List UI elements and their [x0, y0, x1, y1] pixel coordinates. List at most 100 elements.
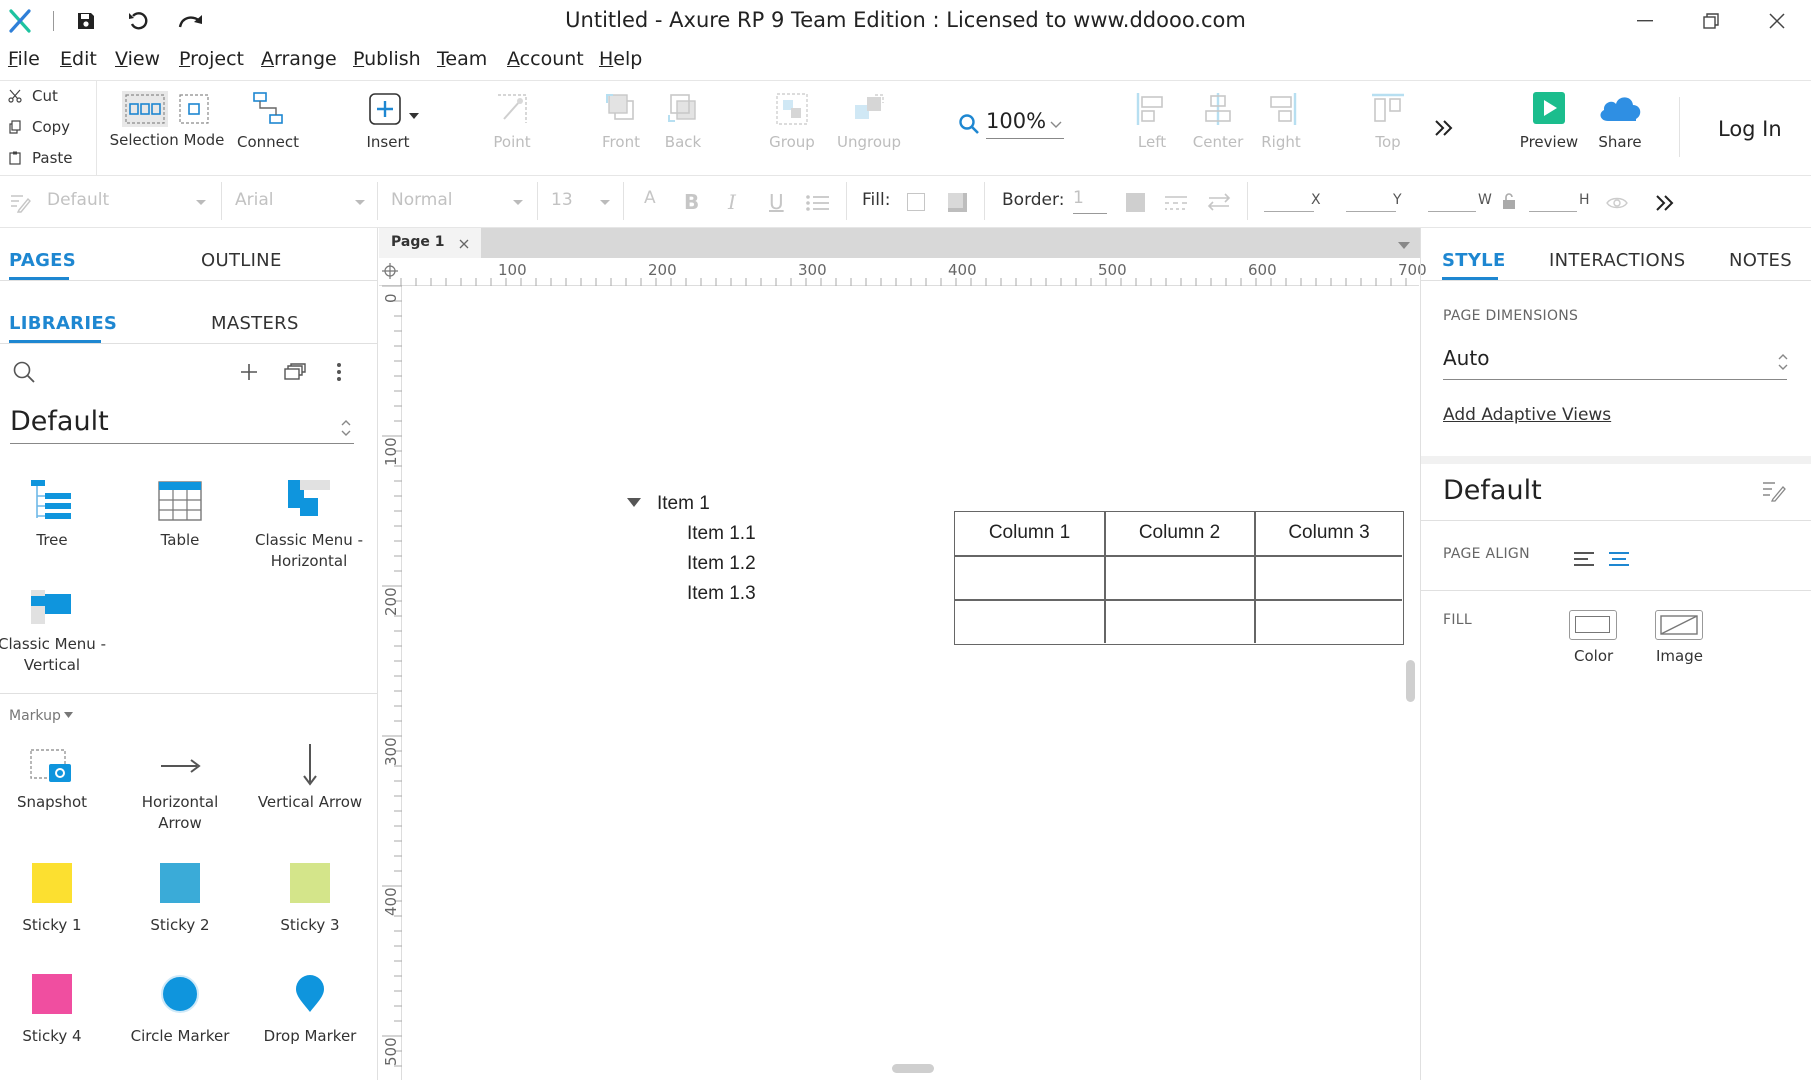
widget-table[interactable]: Table: [120, 478, 240, 551]
add-library-icon[interactable]: [240, 363, 258, 381]
widget-sticky-1[interactable]: Sticky 1: [0, 863, 112, 936]
group-button[interactable]: Group: [764, 91, 820, 151]
x-input[interactable]: [1264, 211, 1314, 212]
canvas-vertical-scrollbar[interactable]: [1406, 660, 1415, 702]
italic-icon[interactable]: I: [728, 190, 736, 214]
tab-outline[interactable]: OUTLINE: [201, 250, 282, 271]
weight-dropdown[interactable]: Normal: [391, 190, 453, 210]
page-tabs-dropdown-icon[interactable]: [1398, 242, 1410, 250]
tab-notes[interactable]: NOTES: [1729, 250, 1792, 271]
widget-classic-menu-vertical[interactable]: Classic Menu - Vertical: [0, 588, 112, 676]
page-tab[interactable]: Page 1: [379, 228, 481, 258]
back-button[interactable]: Back: [656, 91, 710, 151]
widget-sticky-4[interactable]: Sticky 4: [0, 974, 112, 1047]
fill-color-button[interactable]: [1569, 610, 1617, 640]
h-input[interactable]: [1529, 211, 1577, 212]
bullet-list-icon[interactable]: [806, 194, 830, 212]
menu-help[interactable]: Help: [599, 48, 642, 70]
border-pattern-icon[interactable]: [1164, 195, 1188, 211]
widget-horizontal-arrow[interactable]: Horizontal Arrow: [120, 746, 240, 834]
zoom-dropdown-icon[interactable]: [1050, 121, 1062, 129]
connect-button[interactable]: Connect: [236, 91, 300, 151]
page-dimensions-select[interactable]: Auto: [1443, 346, 1787, 380]
widget-drop-marker[interactable]: Drop Marker: [250, 974, 370, 1047]
tab-libraries[interactable]: LIBRARIES: [9, 313, 117, 334]
align-top-button[interactable]: Top: [1366, 91, 1410, 151]
ruler-origin-icon[interactable]: [382, 263, 398, 279]
arrow-style-icon[interactable]: [1207, 192, 1231, 212]
tree-node[interactable]: Item 1.2: [687, 553, 756, 575]
minimize-button[interactable]: [1620, 6, 1670, 36]
canvas-area[interactable]: [379, 228, 1419, 1080]
menu-arrange[interactable]: Arrange: [261, 48, 337, 70]
menu-view[interactable]: View: [115, 48, 160, 70]
style-dropdown[interactable]: Default: [47, 190, 109, 210]
login-button[interactable]: Log In: [1718, 117, 1782, 141]
menu-file[interactable]: File: [8, 48, 40, 70]
underline-icon[interactable]: U: [769, 190, 784, 214]
widget-snapshot[interactable]: Snapshot: [0, 746, 112, 813]
more-tools-icon[interactable]: [1434, 119, 1454, 137]
more-format-icon[interactable]: [1655, 194, 1675, 212]
fill-shadow-icon[interactable]: [948, 193, 967, 212]
library-options-icon[interactable]: [336, 362, 342, 382]
widget-tree[interactable]: Tree: [0, 478, 112, 551]
align-page-left-icon[interactable]: [1573, 551, 1595, 567]
y-input[interactable]: [1346, 211, 1396, 212]
border-color-swatch[interactable]: [1126, 193, 1145, 212]
table-header-cell[interactable]: Column 1: [955, 522, 1104, 544]
canvas-horizontal-scrollbar[interactable]: [892, 1064, 934, 1073]
style-edit-icon[interactable]: [9, 191, 31, 213]
menu-edit[interactable]: Edit: [60, 48, 97, 70]
font-color-icon[interactable]: A: [644, 188, 656, 208]
bold-icon[interactable]: B: [684, 190, 699, 214]
widget-circle-marker[interactable]: Circle Marker: [120, 974, 240, 1047]
restore-button[interactable]: [1686, 6, 1736, 36]
lock-aspect-icon[interactable]: [1502, 192, 1516, 210]
edit-style-icon[interactable]: [1762, 480, 1786, 502]
w-input[interactable]: [1428, 211, 1476, 212]
menu-account[interactable]: Account: [507, 48, 584, 70]
fill-image-button[interactable]: [1655, 610, 1703, 640]
copy-button[interactable]: Copy: [8, 118, 70, 136]
menu-publish[interactable]: Publish: [353, 48, 421, 70]
table-widget[interactable]: Column 1 Column 2 Column 3: [954, 511, 1404, 645]
cut-button[interactable]: Cut: [8, 87, 58, 105]
tab-masters[interactable]: MASTERS: [211, 313, 299, 334]
table-header-cell[interactable]: Column 3: [1255, 522, 1403, 544]
align-right-button[interactable]: Right: [1258, 91, 1304, 151]
markup-caret-icon[interactable]: [64, 712, 73, 719]
tree-node-root[interactable]: Item 1: [657, 493, 710, 515]
library-search-icon[interactable]: [12, 360, 36, 384]
widget-sticky-3[interactable]: Sticky 3: [250, 863, 370, 936]
widget-vertical-arrow[interactable]: Vertical Arrow: [250, 744, 370, 813]
tree-node[interactable]: Item 1.1: [687, 523, 756, 545]
border-width-input[interactable]: 1: [1073, 188, 1107, 214]
insert-button[interactable]: Insert: [362, 91, 428, 151]
widget-classic-menu-horizontal[interactable]: Classic Menu - Horizontal: [250, 478, 368, 572]
font-dropdown[interactable]: Arial: [235, 190, 273, 210]
preview-button[interactable]: Preview: [1518, 91, 1580, 151]
close-button[interactable]: [1752, 6, 1802, 36]
close-page-tab-icon[interactable]: [459, 239, 469, 249]
align-left-button[interactable]: Left: [1130, 91, 1174, 151]
front-button[interactable]: Front: [594, 91, 648, 151]
menu-project[interactable]: Project: [179, 48, 244, 70]
tree-expand-icon[interactable]: [627, 498, 641, 508]
widget-sticky-2[interactable]: Sticky 2: [120, 863, 240, 936]
fill-color-swatch[interactable]: [907, 193, 925, 211]
selection-mode-button[interactable]: Selection Mode: [108, 91, 226, 149]
share-button[interactable]: Share: [1590, 91, 1650, 151]
menu-team[interactable]: Team: [437, 48, 487, 70]
add-adaptive-views-link[interactable]: Add Adaptive Views: [1443, 405, 1611, 425]
table-header-cell[interactable]: Column 2: [1105, 522, 1254, 544]
align-page-center-icon[interactable]: [1608, 551, 1630, 567]
library-select[interactable]: Default: [10, 406, 354, 444]
paste-button[interactable]: Paste: [8, 149, 73, 167]
align-center-button[interactable]: Center: [1190, 91, 1246, 151]
point-button[interactable]: Point: [484, 91, 540, 151]
tab-interactions[interactable]: INTERACTIONS: [1549, 250, 1685, 271]
font-size-dropdown[interactable]: 13: [551, 190, 573, 210]
tree-node[interactable]: Item 1.3: [687, 583, 756, 605]
ungroup-button[interactable]: Ungroup: [834, 91, 904, 151]
